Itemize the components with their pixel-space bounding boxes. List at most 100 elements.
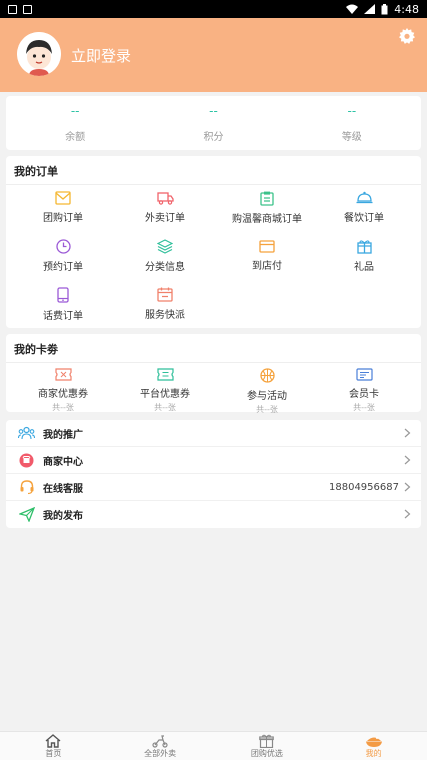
calendar-icon: [157, 287, 173, 302]
chevron-right-icon: [404, 509, 411, 519]
gift-icon: [356, 240, 372, 254]
login-link[interactable]: 立即登录: [71, 45, 131, 66]
phone-icon: [57, 287, 69, 303]
chevron-right-icon: [404, 428, 411, 438]
level-value: --: [347, 104, 357, 118]
order-item-label: 礼品: [354, 262, 374, 273]
membership-card-icon: [355, 368, 373, 381]
balance-value: --: [70, 104, 80, 118]
clock-time: 4:48: [394, 2, 419, 16]
order-item-label: 团购订单: [43, 213, 83, 224]
wifi-icon: [346, 4, 359, 14]
tab-groupbuy[interactable]: 团购优选: [214, 732, 321, 760]
store-icon: [18, 452, 35, 469]
points-value: --: [209, 104, 218, 118]
order-item-service-dispatch[interactable]: 服务快派: [113, 287, 217, 321]
gift-box-icon: [259, 734, 275, 748]
coupon-item-membership[interactable]: 会员卡 共--张: [312, 368, 416, 413]
order-item-takeout[interactable]: 外卖订单: [113, 191, 217, 224]
coupon-count: 共--张: [52, 403, 74, 412]
order-item-gift[interactable]: 礼品: [312, 239, 416, 273]
menu-item-my-posts[interactable]: 我的发布: [6, 501, 421, 528]
order-item-label: 预约订单: [43, 262, 83, 273]
order-item-mall[interactable]: 购温馨商城订单: [215, 191, 319, 225]
clipboard-icon: [260, 191, 274, 206]
coupon-item-label: 平台优惠券: [140, 389, 190, 400]
chevron-right-icon: [404, 455, 411, 465]
order-item-groupbuy[interactable]: 团购订单: [11, 191, 115, 224]
home-icon: [45, 734, 61, 748]
coupon-item-activity[interactable]: 参与活动 共--张: [215, 368, 319, 415]
order-item-label: 到店付: [252, 261, 282, 272]
coupon-item-label: 会员卡: [349, 389, 379, 400]
tab-mine[interactable]: 我的: [320, 732, 427, 760]
signal-icon: [364, 4, 376, 14]
truck-icon: [156, 192, 174, 205]
order-item-label: 外卖订单: [145, 213, 185, 224]
coupon-item-merchant[interactable]: 商家优惠券 共--张: [11, 368, 115, 413]
coupon-item-platform[interactable]: 平台优惠券 共--张: [113, 368, 217, 413]
my-orders-section: 我的订单 团购订单 外卖订单 购温馨商城订单 餐饮订单 预约订单 分类信息 到店: [6, 156, 421, 328]
status-bar: 4:48: [0, 0, 427, 18]
tab-label: 全部外卖: [144, 749, 177, 758]
headset-icon: [18, 479, 35, 496]
level-stat[interactable]: -- 等级: [283, 96, 421, 150]
order-item-label: 分类信息: [145, 262, 185, 273]
layers-icon: [157, 239, 173, 254]
order-item-label: 服务快派: [145, 310, 185, 321]
battery-icon: [381, 3, 388, 14]
bottom-tab-bar: 首页 全部外卖 团购优选 我的: [0, 731, 427, 760]
envelope-icon: [55, 191, 71, 205]
menu-item-label: 商家中心: [43, 456, 83, 468]
notification-icon: [8, 4, 17, 14]
points-label: 积分: [203, 132, 224, 143]
section-title: 我的订单: [6, 156, 421, 185]
points-stat[interactable]: -- 积分: [144, 96, 282, 150]
order-item-dining[interactable]: 餐饮订单: [312, 191, 416, 224]
support-phone-number[interactable]: 18804956687: [329, 482, 399, 493]
coupon-item-label: 参与活动: [247, 391, 287, 402]
avatar[interactable]: [17, 32, 61, 76]
dish-cover-icon: [356, 191, 372, 204]
coupon-count: 共--张: [154, 403, 176, 412]
scooter-icon: [152, 735, 168, 748]
order-item-classified[interactable]: 分类信息: [113, 239, 217, 273]
menu-item-label: 在线客服: [43, 483, 83, 495]
coupon-count: 共--张: [353, 403, 375, 412]
order-item-phone-bill[interactable]: 话费订单: [11, 287, 115, 322]
menu-item-label: 我的推广: [43, 429, 83, 441]
profile-header: 立即登录: [0, 18, 427, 92]
rice-bowl-icon: [365, 737, 382, 747]
menu-item-label: 我的发布: [43, 511, 83, 522]
chevron-right-icon: [404, 482, 411, 492]
menu-item-merchant-center[interactable]: 商家中心: [6, 447, 421, 474]
order-item-label: 餐饮订单: [344, 213, 384, 224]
level-label: 等级: [341, 132, 362, 143]
coupon-icon: [54, 368, 72, 381]
ticket-icon: [156, 368, 174, 381]
menu-item-promotion[interactable]: 我的推广: [6, 420, 421, 447]
account-stats: -- 余额 -- 积分 -- 等级: [6, 96, 421, 150]
tab-takeout[interactable]: 全部外卖: [107, 732, 214, 760]
balance-stat[interactable]: -- 余额: [6, 96, 144, 150]
tab-label: 团购优选: [250, 749, 283, 758]
order-item-label: 话费订单: [43, 311, 83, 322]
coupon-item-label: 商家优惠券: [38, 389, 88, 400]
basketball-icon: [259, 368, 275, 383]
my-coupons-section: 我的卡劵 商家优惠券 共--张 平台优惠券 共--张 参与活动 共--张 会员卡…: [6, 334, 421, 415]
tab-label: 我的: [365, 749, 382, 758]
balance-label: 余额: [65, 132, 86, 143]
coupon-count: 共--张: [256, 405, 278, 414]
notification-icon: [23, 4, 32, 14]
menu-list: 我的推广 商家中心 在线客服 18804956687 我的发布: [6, 420, 421, 528]
order-item-instore-pay[interactable]: 到店付: [215, 239, 319, 272]
wallet-icon: [259, 240, 275, 253]
gear-icon[interactable]: [399, 28, 415, 44]
paper-plane-icon: [18, 506, 35, 523]
tab-home[interactable]: 首页: [0, 732, 107, 760]
order-item-label: 购温馨商城订单: [232, 214, 302, 225]
order-item-booking[interactable]: 预约订单: [11, 239, 115, 273]
menu-item-online-support[interactable]: 在线客服 18804956687: [6, 474, 421, 501]
section-title: 我的卡劵: [6, 334, 421, 363]
tab-label: 首页: [45, 749, 62, 758]
